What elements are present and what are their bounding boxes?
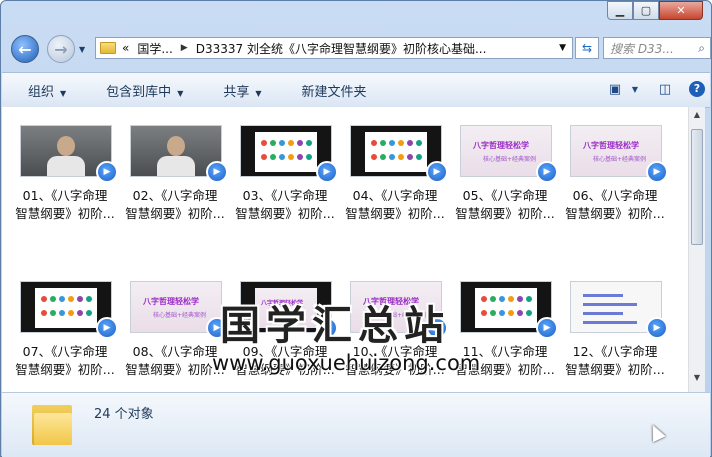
refresh-button[interactable]: ⇆ [575, 37, 599, 59]
help-icon: ? [689, 81, 705, 97]
close-button[interactable]: ✕ [659, 1, 703, 20]
breadcrumb-separator-icon[interactable]: ▶ [181, 43, 188, 53]
preview-pane-icon: ◫ [658, 81, 672, 97]
thumbnail-subtitle: 核心基础+经典案例 [483, 156, 537, 163]
video-player-icon: ▶ [646, 317, 668, 339]
file-name-line2: 智慧纲要》初阶... [15, 206, 115, 221]
file-name: 02、《八字命理 智慧纲要》初阶... [122, 187, 228, 223]
scroll-down-icon[interactable]: ▼ [691, 373, 703, 389]
explorer-window: ▁ ▢ ✕ ← → ▼ « 国学... ▶ D33337 刘全统《八字命理智慧纲… [0, 0, 712, 457]
share-menu[interactable]: 共享 ▼ [197, 81, 275, 100]
folder-icon [32, 399, 72, 445]
file-name-line1: 03、《八字命理 [242, 188, 328, 203]
help-button[interactable]: ? [684, 77, 710, 101]
file-name: 03、《八字命理 智慧纲要》初阶... [232, 187, 338, 223]
organize-label: 组织 [28, 84, 55, 100]
chevron-down-icon: ▼ [177, 88, 184, 98]
caption-buttons: ▁ ▢ ✕ [607, 1, 703, 20]
video-player-icon: ▶ [96, 317, 118, 339]
item-count: 24 个对象 [94, 407, 154, 422]
file-name: 04、《八字命理 智慧纲要》初阶... [342, 187, 448, 223]
back-button[interactable]: ← [11, 35, 39, 63]
file-name-line1: 05、《八字命理 [462, 188, 548, 203]
maximize-button[interactable]: ▢ [633, 1, 659, 20]
scroll-thumb[interactable] [691, 129, 703, 245]
include-library-label: 包含到库中 [106, 84, 172, 100]
file-name: 07、《八字命理 智慧纲要》初阶... [12, 343, 118, 379]
file-name-line2: 智慧纲要》初阶... [455, 206, 555, 221]
refresh-icon: ⇆ [581, 41, 593, 55]
details-pane: 24 个对象 [2, 392, 710, 457]
file-name-line1: 01、《八字命理 [22, 188, 108, 203]
video-player-icon: ▶ [206, 161, 228, 183]
file-name-line1: 04、《八字命理 [352, 188, 438, 203]
command-bar: 组织 ▼ 包含到库中 ▼ 共享 ▼ 新建文件夹 ▣ ▼ ◫ ? [2, 72, 710, 108]
view-icon: ▣ [608, 81, 622, 97]
thumbnail-title: 八字哲理轻松学 [583, 141, 639, 150]
breadcrumb-root[interactable]: 国学... [137, 40, 172, 57]
file-name-line2: 智慧纲要》初阶... [345, 206, 445, 221]
thumbnail-subtitle: 核心基础+经典案例 [593, 156, 647, 163]
file-name-line2: 智慧纲要》初阶... [235, 206, 335, 221]
file-name: 12、《八字命理 智慧纲要》初阶... [562, 343, 668, 379]
organize-menu[interactable]: 组织 ▼ [2, 81, 80, 100]
video-player-icon: ▶ [96, 161, 118, 183]
file-name-line2: 智慧纲要》初阶... [565, 206, 665, 221]
file-name-line2: 智慧纲要》初阶... [565, 362, 665, 377]
file-name: 01、《八字命理 智慧纲要》初阶... [12, 187, 118, 223]
view-options-dropdown[interactable]: ▼ [628, 77, 642, 101]
new-folder-label: 新建文件夹 [301, 84, 367, 100]
view-controls: ▣ ▼ ◫ ? [602, 77, 710, 101]
include-in-library-menu[interactable]: 包含到库中 ▼ [80, 81, 197, 100]
file-name-line1: 06、《八字命理 [572, 188, 658, 203]
share-label: 共享 [223, 84, 250, 100]
file-name-line2: 智慧纲要》初阶... [15, 362, 115, 377]
video-player-icon: ▶ [426, 161, 448, 183]
minimize-button[interactable]: ▁ [607, 1, 633, 20]
change-view-button[interactable]: ▣ [602, 77, 628, 101]
folder-icon [100, 42, 116, 54]
file-list-pane: ▶ 01、《八字命理 智慧纲要》初阶... ▶ 02、《八字命理 智慧纲要》初阶... ▶ 0… [2, 107, 688, 392]
address-bar[interactable]: « 国学... ▶ D33337 刘全统《八字命理智慧纲要》初阶核心基础... … [95, 37, 573, 59]
breadcrumb-current[interactable]: D33337 刘全统《八字命理智慧纲要》初阶核心基础... [196, 40, 487, 57]
recent-pages-dropdown[interactable]: ▼ [79, 45, 85, 54]
address-dropdown-icon[interactable]: ▼ [559, 43, 566, 53]
file-name-line1: 07、《八字命理 [22, 344, 108, 359]
preview-pane-button[interactable]: ◫ [652, 77, 678, 101]
search-placeholder: 搜索 D33... [610, 41, 674, 56]
vertical-scrollbar[interactable]: ▲ ▼ [688, 107, 705, 392]
navigation-bar: ← → ▼ « 国学... ▶ D33337 刘全统《八字命理智慧纲要》初阶核心… [9, 33, 711, 63]
chevron-down-icon: ▼ [255, 88, 262, 98]
file-name: 05、《八字命理 智慧纲要》初阶... [452, 187, 558, 223]
video-player-icon: ▶ [646, 161, 668, 183]
scroll-up-icon[interactable]: ▲ [691, 110, 703, 126]
breadcrumb-overflow[interactable]: « [122, 41, 129, 55]
chevron-down-icon: ▼ [60, 88, 67, 98]
file-name-line1: 02、《八字命理 [132, 188, 218, 203]
watermark-title: 国学汇总站 [220, 302, 450, 349]
video-player-icon: ▶ [316, 161, 338, 183]
forward-button[interactable]: → [47, 35, 75, 63]
arrow-right-icon: → [54, 39, 68, 59]
watermark-url: www.guoxuehuizong.com [212, 351, 481, 375]
thumbnail-subtitle: 核心基础+经典案例 [153, 312, 207, 319]
thumbnail-title: 八字哲理轻松学 [473, 141, 529, 150]
new-folder-button[interactable]: 新建文件夹 [276, 81, 381, 100]
thumbnail-title: 八字哲理轻松学 [143, 297, 199, 306]
search-icon: ⌕ [698, 40, 705, 55]
video-player-icon: ▶ [536, 161, 558, 183]
arrow-left-icon: ← [18, 39, 32, 59]
file-name-line1: 12、《八字命理 [572, 344, 658, 359]
search-input[interactable]: 搜索 D33... ⌕ [603, 37, 711, 59]
file-name-line2: 智慧纲要》初阶... [125, 206, 225, 221]
video-player-icon: ▶ [536, 317, 558, 339]
file-name: 06、《八字命理 智慧纲要》初阶... [562, 187, 668, 223]
